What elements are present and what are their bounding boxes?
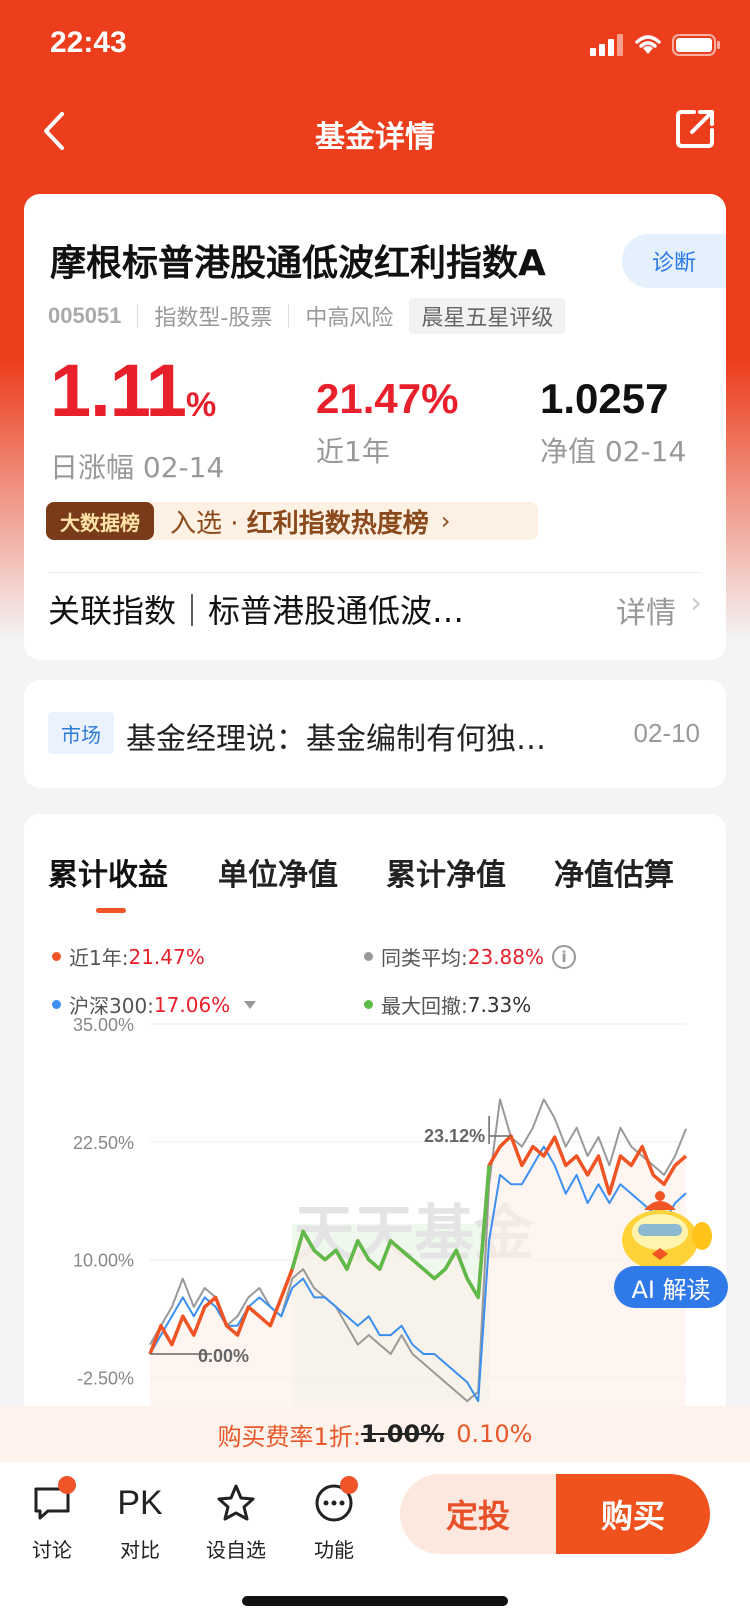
related-index-label[interactable]: 关联指数｜标普港股通低波… xyxy=(48,586,464,632)
rating-badge[interactable]: 晨星五星评级 xyxy=(409,298,566,334)
nav-label: 净值 02-14 xyxy=(540,435,687,468)
chevron-right-icon: › xyxy=(690,586,702,621)
add-watchlist-button[interactable]: 设自选 xyxy=(196,1478,276,1563)
notification-dot xyxy=(58,1476,76,1494)
compare-button[interactable]: PK 对比 xyxy=(100,1478,180,1563)
ai-interpret-button[interactable]: AI 解读 xyxy=(614,1266,728,1308)
year-return-label: 近1年 xyxy=(316,435,390,468)
diagnose-button[interactable]: 诊断 xyxy=(622,234,726,288)
bigdata-text: 入选 · 红利指数热度榜 xyxy=(170,508,429,539)
old-fee-rate: 1.00% xyxy=(360,1420,445,1448)
battery-icon xyxy=(672,34,720,56)
mascot-icon xyxy=(622,1191,712,1270)
y-tick-label: 10.00% xyxy=(73,1251,134,1271)
ai-interpret-widget[interactable]: AI 解读 xyxy=(614,1190,730,1310)
separator xyxy=(288,304,290,328)
wifi-icon xyxy=(635,35,661,54)
performance-chart[interactable]: 35.00%22.50%10.00%-2.50%天天基金0.00%23.12% xyxy=(24,814,726,1414)
y-tick-label: 22.50% xyxy=(73,1133,134,1153)
year-return-value: 21.47% xyxy=(316,375,459,422)
separator xyxy=(137,304,139,328)
bigdata-badge: 大数据榜 xyxy=(46,502,154,540)
news-title[interactable]: 基金经理说：基金编制有何独… xyxy=(126,714,546,758)
day-change-stat: 1.11% 日涨幅 02-14 xyxy=(50,354,224,486)
day-change-label: 日涨幅 02-14 xyxy=(50,451,225,484)
divider xyxy=(48,572,702,573)
chevron-right-icon: › xyxy=(440,507,451,535)
pk-icon: PK xyxy=(117,1483,163,1522)
status-bar: 22:43 xyxy=(0,0,750,92)
fund-risk: 中高风险 xyxy=(305,306,394,331)
notification-dot xyxy=(340,1476,358,1494)
status-time: 22:43 xyxy=(50,26,127,59)
fee-discount-bar: 购买费率1折: 1.00% 0.10% xyxy=(0,1406,750,1462)
news-tag: 市场 xyxy=(48,712,114,754)
bigdata-ranking-banner[interactable]: 大数据榜 入选 · 红利指数热度榜 › xyxy=(46,502,538,540)
news-card[interactable]: 市场 基金经理说：基金编制有何独… 02-10 xyxy=(24,680,726,788)
y-tick-label: 35.00% xyxy=(73,1015,134,1035)
buy-button[interactable]: 购买 xyxy=(556,1474,710,1554)
nav-stat: 1.0257 净值 02-14 xyxy=(540,354,686,470)
y-tick-label: -2.50% xyxy=(77,1369,134,1389)
fund-code: 005051 xyxy=(48,303,122,328)
home-indicator xyxy=(242,1596,508,1606)
fund-meta-row: 005051 指数型-股票 中高风险 晨星五星评级 xyxy=(48,298,566,334)
share-icon[interactable] xyxy=(672,104,720,152)
nav-value: 1.0257 xyxy=(540,375,669,422)
news-date: 02-10 xyxy=(633,718,701,748)
page-title: 基金详情 xyxy=(315,120,435,155)
day-change-value: 1.11% xyxy=(50,349,216,432)
star-icon xyxy=(217,1484,255,1521)
related-index-detail-link[interactable]: 详情 xyxy=(616,588,676,632)
navigation-bar: 基金详情 xyxy=(0,92,750,172)
sip-button[interactable]: 定投 xyxy=(400,1474,556,1554)
cellular-signal-icon xyxy=(590,34,623,56)
fund-summary-card: 摩根标普港股通低波红利指数A 诊断 005051 指数型-股票 中高风险 晨星五… xyxy=(24,194,726,660)
start-annotation: 0.00% xyxy=(198,1346,249,1366)
year-return-stat: 21.47% 近1年 xyxy=(316,354,458,470)
fund-type: 指数型-股票 xyxy=(154,306,273,331)
peak-annotation: 23.12% xyxy=(424,1126,485,1146)
discuss-button[interactable]: 讨论 xyxy=(12,1476,92,1563)
functions-button[interactable]: 功能 xyxy=(294,1476,374,1563)
new-fee-rate: 0.10% xyxy=(456,1420,533,1448)
fund-name: 摩根标普港股通低波红利指数A xyxy=(50,243,546,284)
